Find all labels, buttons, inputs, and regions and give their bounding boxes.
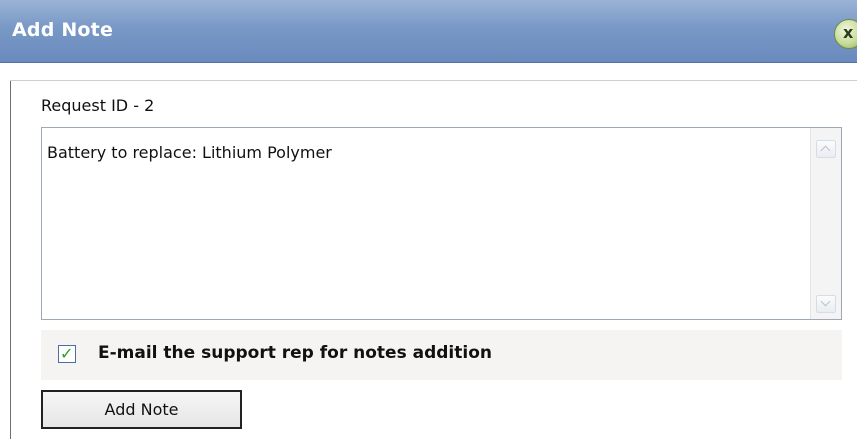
dialog-body-border (10, 80, 11, 439)
close-icon: x (843, 23, 854, 42)
email-rep-checkbox[interactable]: ✓ (58, 344, 76, 363)
email-rep-label[interactable]: E-mail the support rep for notes additio… (98, 343, 492, 363)
textarea-scrollbar[interactable] (810, 128, 841, 319)
scroll-down-icon[interactable] (816, 295, 836, 313)
scroll-up-icon[interactable] (816, 140, 836, 158)
note-text: Battery to replace: Lithium Polymer (47, 143, 332, 162)
close-button[interactable]: x (834, 19, 857, 49)
checkmark-icon: ✓ (60, 344, 74, 363)
dialog-titlebar: Add Note x (0, 0, 857, 63)
dialog-title: Add Note (12, 19, 114, 41)
note-textarea[interactable]: Battery to replace: Lithium Polymer (41, 127, 842, 320)
email-option-row: ✓ E-mail the support rep for notes addit… (41, 330, 842, 380)
add-note-dialog: Add Note x Request ID - 2 Battery to rep… (0, 0, 857, 439)
dialog-body-divider (10, 80, 857, 81)
add-note-button[interactable]: Add Note (41, 390, 242, 429)
request-id-label: Request ID - 2 (41, 96, 155, 115)
